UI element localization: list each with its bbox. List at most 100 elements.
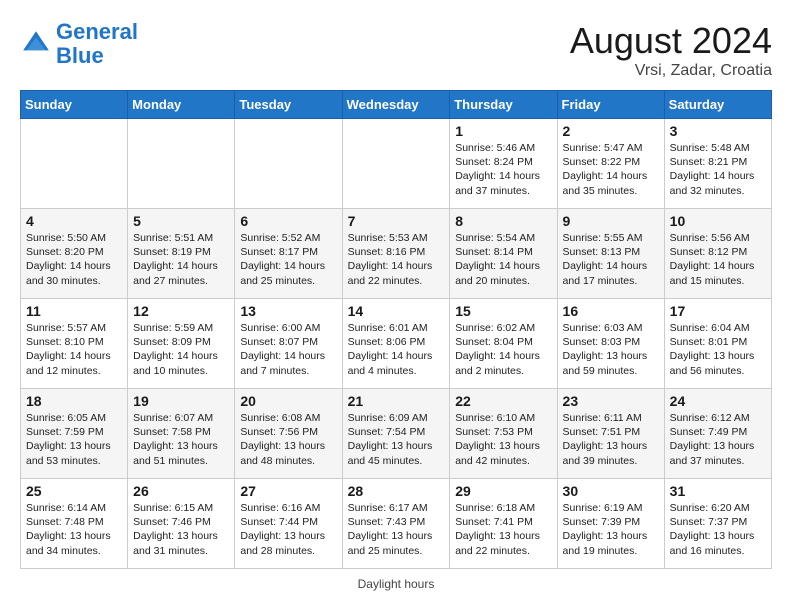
day-info: Sunrise: 6:02 AMSunset: 8:04 PMDaylight:… xyxy=(455,321,551,378)
day-info: Sunrise: 6:07 AMSunset: 7:58 PMDaylight:… xyxy=(133,411,229,468)
day-number: 24 xyxy=(670,393,766,409)
calendar-week-1: 1 Sunrise: 5:46 AMSunset: 8:24 PMDaylight… xyxy=(21,119,772,209)
day-info: Sunrise: 6:11 AMSunset: 7:51 PMDaylight:… xyxy=(563,411,659,468)
logo-text: General Blue xyxy=(56,20,138,68)
day-number: 26 xyxy=(133,483,229,499)
calendar-cell: 18 Sunrise: 6:05 AMSunset: 7:59 PMDayligh… xyxy=(21,389,128,479)
calendar-cell: 14 Sunrise: 6:01 AMSunset: 8:06 PMDayligh… xyxy=(342,299,450,389)
day-number: 23 xyxy=(563,393,659,409)
day-info: Sunrise: 6:17 AMSunset: 7:43 PMDaylight:… xyxy=(348,501,445,558)
day-number: 5 xyxy=(133,213,229,229)
calendar-cell: 15Sunrise: 6:02 AMSunset: 8:04 PMDayligh… xyxy=(450,299,557,389)
day-number: 29 xyxy=(455,483,551,499)
day-header-monday: Monday xyxy=(128,91,235,119)
day-header-saturday: Saturday xyxy=(664,91,771,119)
calendar-cell: 29 Sunrise: 6:18 AMSunset: 7:41 PMDayligh… xyxy=(450,479,557,569)
day-number: 27 xyxy=(240,483,336,499)
day-number: 13 xyxy=(240,303,336,319)
day-info: Sunrise: 5:48 AMSunset: 8:21 PMDaylight:… xyxy=(670,141,766,198)
day-info: Sunrise: 6:12 AMSunset: 7:49 PMDaylight:… xyxy=(670,411,766,468)
calendar-cell: 5 Sunrise: 5:51 AMSunset: 8:19 PMDaylight… xyxy=(128,209,235,299)
calendar-week-2: 4Sunrise: 5:50 AMSunset: 8:20 PMDaylight… xyxy=(21,209,772,299)
day-info: Sunrise: 6:14 AMSunset: 7:48 PMDaylight:… xyxy=(26,501,122,558)
calendar-week-5: 25 Sunrise: 6:14 AMSunset: 7:48 PMDayligh… xyxy=(21,479,772,569)
calendar-cell: 22 Sunrise: 6:10 AMSunset: 7:53 PMDayligh… xyxy=(450,389,557,479)
day-info: Sunrise: 6:04 AMSunset: 8:01 PMDaylight:… xyxy=(670,321,766,378)
day-info: Sunrise: 6:05 AMSunset: 7:59 PMDaylight:… xyxy=(26,411,122,468)
day-number: 10 xyxy=(670,213,766,229)
day-number: 22 xyxy=(455,393,551,409)
day-number: 9 xyxy=(563,213,659,229)
calendar-cell xyxy=(235,119,342,209)
day-number: 4 xyxy=(26,213,122,229)
calendar-cell: 20 Sunrise: 6:08 AMSunset: 7:56 PMDayligh… xyxy=(235,389,342,479)
calendar-cell: 4Sunrise: 5:50 AMSunset: 8:20 PMDaylight… xyxy=(21,209,128,299)
calendar-cell: 27 Sunrise: 6:16 AMSunset: 7:44 PMDayligh… xyxy=(235,479,342,569)
calendar-cell: 28 Sunrise: 6:17 AMSunset: 7:43 PMDayligh… xyxy=(342,479,450,569)
calendar-cell: 12 Sunrise: 5:59 AMSunset: 8:09 PMDayligh… xyxy=(128,299,235,389)
calendar-cell: 16 Sunrise: 6:03 AMSunset: 8:03 PMDayligh… xyxy=(557,299,664,389)
day-number: 7 xyxy=(348,213,445,229)
logo-icon xyxy=(20,28,52,60)
month-year: August 2024 xyxy=(570,20,772,62)
day-info: Sunrise: 5:54 AMSunset: 8:14 PMDaylight:… xyxy=(455,231,551,288)
day-header-wednesday: Wednesday xyxy=(342,91,450,119)
day-number: 1 xyxy=(455,123,551,139)
calendar-cell: 9 Sunrise: 5:55 AMSunset: 8:13 PMDaylight… xyxy=(557,209,664,299)
day-info: Sunrise: 5:52 AMSunset: 8:17 PMDaylight:… xyxy=(240,231,336,288)
calendar-cell: 10 Sunrise: 5:56 AMSunset: 8:12 PMDayligh… xyxy=(664,209,771,299)
calendar-week-3: 11Sunrise: 5:57 AMSunset: 8:10 PMDayligh… xyxy=(21,299,772,389)
calendar-cell: 26 Sunrise: 6:15 AMSunset: 7:46 PMDayligh… xyxy=(128,479,235,569)
calendar-cell xyxy=(342,119,450,209)
day-info: Sunrise: 6:10 AMSunset: 7:53 PMDaylight:… xyxy=(455,411,551,468)
day-info: Sunrise: 6:20 AMSunset: 7:37 PMDaylight:… xyxy=(670,501,766,558)
calendar-cell: 7Sunrise: 5:53 AMSunset: 8:16 PMDaylight… xyxy=(342,209,450,299)
day-number: 21 xyxy=(348,393,445,409)
day-number: 20 xyxy=(240,393,336,409)
calendar-cell: 19Sunrise: 6:07 AMSunset: 7:58 PMDayligh… xyxy=(128,389,235,479)
calendar-cell: 6 Sunrise: 5:52 AMSunset: 8:17 PMDaylight… xyxy=(235,209,342,299)
day-info: Sunrise: 6:15 AMSunset: 7:46 PMDaylight:… xyxy=(133,501,229,558)
calendar-cell: 17 Sunrise: 6:04 AMSunset: 8:01 PMDayligh… xyxy=(664,299,771,389)
calendar-cell: 31Sunrise: 6:20 AMSunset: 7:37 PMDayligh… xyxy=(664,479,771,569)
calendar-week-4: 18 Sunrise: 6:05 AMSunset: 7:59 PMDayligh… xyxy=(21,389,772,479)
page-header: General Blue August 2024 Vrsi, Zadar, Cr… xyxy=(20,20,772,80)
day-info: Sunrise: 5:55 AMSunset: 8:13 PMDaylight:… xyxy=(563,231,659,288)
calendar-cell: 3Sunrise: 5:48 AMSunset: 8:21 PMDaylight… xyxy=(664,119,771,209)
day-info: Sunrise: 5:51 AMSunset: 8:19 PMDaylight:… xyxy=(133,231,229,288)
day-info: Sunrise: 5:59 AMSunset: 8:09 PMDaylight:… xyxy=(133,321,229,378)
calendar-cell xyxy=(21,119,128,209)
day-info: Sunrise: 5:46 AMSunset: 8:24 PMDaylight:… xyxy=(455,141,551,198)
day-number: 17 xyxy=(670,303,766,319)
day-info: Sunrise: 6:03 AMSunset: 8:03 PMDaylight:… xyxy=(563,321,659,378)
day-info: Sunrise: 5:47 AMSunset: 8:22 PMDaylight:… xyxy=(563,141,659,198)
calendar-cell: 13Sunrise: 6:00 AMSunset: 8:07 PMDayligh… xyxy=(235,299,342,389)
day-info: Sunrise: 5:56 AMSunset: 8:12 PMDaylight:… xyxy=(670,231,766,288)
calendar-cell xyxy=(128,119,235,209)
day-number: 14 xyxy=(348,303,445,319)
day-number: 18 xyxy=(26,393,122,409)
day-number: 6 xyxy=(240,213,336,229)
calendar-cell: 1 Sunrise: 5:46 AMSunset: 8:24 PMDaylight… xyxy=(450,119,557,209)
title-area: August 2024 Vrsi, Zadar, Croatia xyxy=(570,20,772,80)
day-number: 11 xyxy=(26,303,122,319)
day-info: Sunrise: 6:08 AMSunset: 7:56 PMDaylight:… xyxy=(240,411,336,468)
day-number: 8 xyxy=(455,213,551,229)
calendar-table: SundayMondayTuesdayWednesdayThursdayFrid… xyxy=(20,90,772,569)
day-number: 12 xyxy=(133,303,229,319)
day-number: 28 xyxy=(348,483,445,499)
footer-note: Daylight hours xyxy=(20,577,772,591)
day-info: Sunrise: 6:16 AMSunset: 7:44 PMDaylight:… xyxy=(240,501,336,558)
day-header-friday: Friday xyxy=(557,91,664,119)
day-info: Sunrise: 6:09 AMSunset: 7:54 PMDaylight:… xyxy=(348,411,445,468)
day-info: Sunrise: 6:01 AMSunset: 8:06 PMDaylight:… xyxy=(348,321,445,378)
calendar-cell: 23 Sunrise: 6:11 AMSunset: 7:51 PMDayligh… xyxy=(557,389,664,479)
day-info: Sunrise: 6:18 AMSunset: 7:41 PMDaylight:… xyxy=(455,501,551,558)
day-number: 16 xyxy=(563,303,659,319)
location: Vrsi, Zadar, Croatia xyxy=(570,62,772,80)
calendar-cell: 24 Sunrise: 6:12 AMSunset: 7:49 PMDayligh… xyxy=(664,389,771,479)
day-header-thursday: Thursday xyxy=(450,91,557,119)
logo: General Blue xyxy=(20,20,138,68)
day-number: 25 xyxy=(26,483,122,499)
day-number: 30 xyxy=(563,483,659,499)
